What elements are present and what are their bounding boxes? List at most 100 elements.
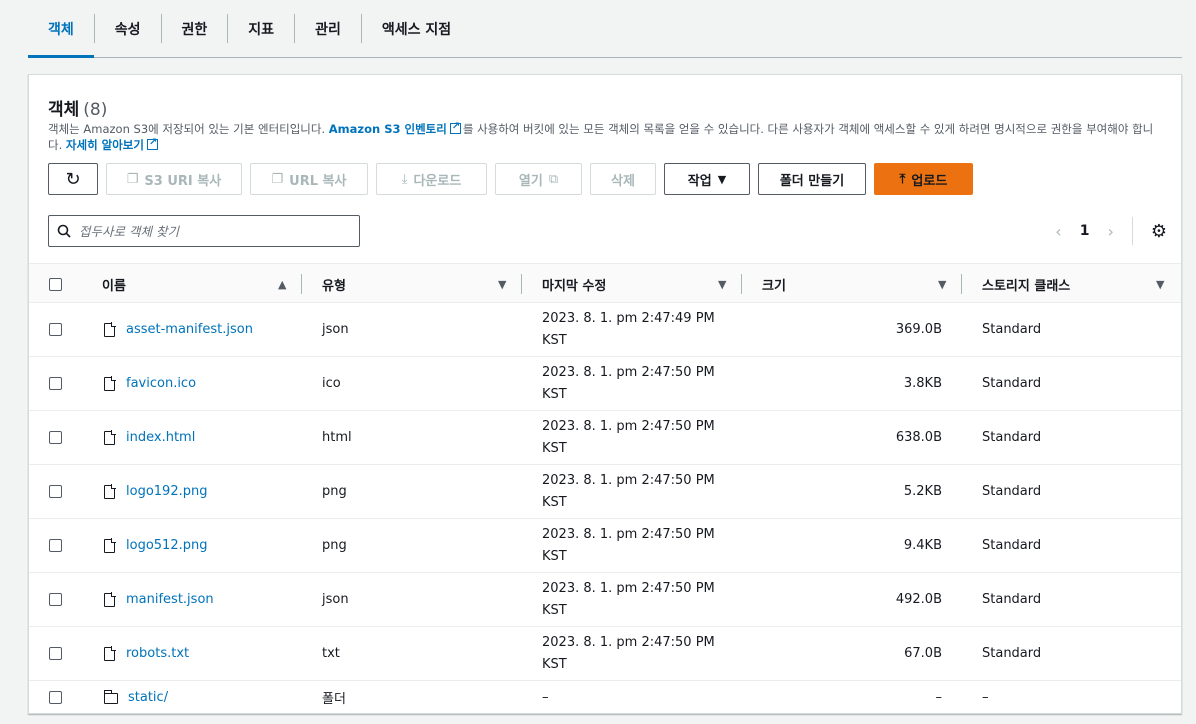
tab-properties[interactable]: 속성 (95, 0, 161, 57)
row-checkbox-cell (49, 303, 62, 356)
upload-button[interactable]: ⤒ 업로드 (874, 163, 973, 195)
size-cell: – (935, 689, 943, 705)
actions-dropdown[interactable]: 작업 ▼ (664, 163, 750, 195)
sort-ascending-icon: ▲ (278, 277, 287, 291)
sort-descending-icon: ▼ (498, 277, 507, 291)
copy-url-button[interactable]: ❐ URL 복사 (250, 163, 368, 195)
storage-class-cell: Standard (982, 592, 1042, 607)
object-name-link[interactable]: robots.txt (126, 646, 189, 661)
modified-timezone: KST (542, 440, 567, 456)
next-page-button[interactable]: › (1107, 222, 1113, 241)
name-cell: robots.txt (104, 627, 189, 680)
delete-button[interactable]: 삭제 (590, 163, 656, 195)
upload-icon: ⤒ (899, 171, 906, 187)
column-divider (521, 274, 522, 294)
row-checkbox-cell (49, 681, 62, 713)
file-icon (104, 376, 116, 391)
size-cell: 638.0B (895, 430, 942, 445)
settings-gear-icon[interactable]: ⚙ (1151, 221, 1167, 242)
external-link-icon (449, 119, 461, 135)
panel-title-text: 객체 (48, 100, 80, 120)
row-checkbox-cell (49, 357, 62, 410)
modified-cell: 2023. 8. 1. pm 2:47:50 PM KST (542, 357, 715, 410)
file-icon (104, 646, 116, 661)
type-cell: 폴더 (322, 691, 346, 707)
table-header: 이름 ▲ 유형 ▼ 마지막 수정 ▼ 크기 ▼ 스토리지 클래스 ▼ (29, 263, 1181, 304)
name-cell: asset-manifest.json (104, 303, 253, 356)
modified-datetime: 2023. 8. 1. pm 2:47:50 PM (542, 472, 715, 488)
row-checkbox[interactable] (49, 593, 62, 606)
type-cell: json (322, 592, 349, 607)
learn-more-link[interactable]: 자세히 알아보기 (66, 138, 144, 152)
inventory-link[interactable]: Amazon S3 인벤토리 (329, 122, 447, 136)
refresh-button[interactable]: ↻ (48, 163, 98, 195)
button-label: S3 URI 복사 (144, 173, 222, 189)
table-row-folder: static/ 폴더 – – – (29, 681, 1181, 713)
column-header-type[interactable]: 유형 ▼ (322, 264, 522, 304)
prev-page-button[interactable]: ‹ (1055, 222, 1061, 241)
tab-label: 관리 (315, 21, 341, 38)
row-checkbox[interactable] (49, 485, 62, 498)
tab-label: 지표 (248, 21, 275, 38)
object-name-link[interactable]: index.html (126, 430, 195, 445)
modified-timezone: KST (542, 332, 567, 348)
table-row: logo192.png png 2023. 8. 1. pm 2:47:50 P… (29, 465, 1181, 519)
modified-timezone: KST (542, 386, 567, 402)
modified-cell: 2023. 8. 1. pm 2:47:49 PM KST (542, 303, 715, 356)
type-cell: txt (322, 646, 340, 661)
open-button[interactable]: 열기 ⧉ (495, 163, 582, 195)
modified-cell: 2023. 8. 1. pm 2:47:50 PM KST (542, 519, 715, 572)
type-cell: png (322, 538, 347, 553)
size-cell: 369.0B (895, 322, 942, 337)
page-number[interactable]: 1 (1080, 223, 1090, 239)
tab-objects[interactable]: 객체 (28, 0, 94, 58)
modified-cell: 2023. 8. 1. pm 2:47:50 PM KST (542, 573, 715, 626)
column-header-storage-class[interactable]: 스토리지 클래스 ▼ (982, 264, 1181, 304)
row-checkbox-cell (49, 465, 62, 518)
row-checkbox[interactable] (49, 431, 62, 444)
modified-datetime: 2023. 8. 1. pm 2:47:50 PM (542, 364, 715, 380)
row-checkbox[interactable] (49, 323, 62, 336)
download-button[interactable]: ⤓ 다운로드 (376, 163, 487, 195)
tab-label: 권한 (181, 21, 208, 38)
column-header-name[interactable]: 이름 ▲ (102, 264, 302, 304)
row-checkbox-cell (49, 627, 62, 680)
row-checkbox[interactable] (49, 539, 62, 552)
button-label: 삭제 (611, 173, 635, 189)
table-row: logo512.png png 2023. 8. 1. pm 2:47:50 P… (29, 519, 1181, 573)
column-label: 크기 (762, 278, 786, 294)
storage-class-cell: Standard (982, 538, 1042, 553)
folder-name-link[interactable]: static/ (128, 690, 168, 705)
column-header-size[interactable]: 크기 ▼ (762, 264, 962, 304)
download-icon: ⤓ (401, 171, 408, 187)
row-checkbox[interactable] (49, 377, 62, 390)
file-icon (104, 484, 116, 499)
storage-class-cell: Standard (982, 322, 1042, 337)
modified-timezone: KST (542, 548, 567, 564)
folder-icon (103, 689, 118, 704)
object-name-link[interactable]: logo512.png (126, 538, 207, 553)
column-label: 이름 (102, 278, 126, 294)
objects-toolbar: ↻ ❐ S3 URI 복사 ❐ URL 복사 ⤓ 다운로드 열기 ⧉ 삭제 작업 ▼ 폴더… (48, 163, 973, 195)
tab-access-points[interactable]: 액세스 지점 (362, 0, 471, 57)
search-input[interactable] (79, 223, 339, 239)
tab-permissions[interactable]: 권한 (162, 0, 228, 57)
copy-s3-uri-button[interactable]: ❐ S3 URI 복사 (106, 163, 242, 195)
row-checkbox[interactable] (49, 647, 62, 660)
object-name-link[interactable]: asset-manifest.json (126, 322, 253, 337)
size-cell: 9.4KB (903, 538, 942, 553)
create-folder-button[interactable]: 폴더 만들기 (758, 163, 866, 195)
tab-metrics[interactable]: 지표 (228, 0, 294, 57)
table-row: robots.txt txt 2023. 8. 1. pm 2:47:50 PM… (29, 627, 1181, 681)
object-name-link[interactable]: logo192.png (126, 484, 207, 499)
column-header-modified[interactable]: 마지막 수정 ▼ (542, 264, 742, 304)
pager-divider (1131, 217, 1133, 245)
type-cell: ico (322, 376, 341, 391)
external-link-icon: ⧉ (548, 171, 559, 187)
row-checkbox[interactable] (49, 690, 62, 704)
select-all-checkbox[interactable] (49, 277, 62, 291)
object-name-link[interactable]: manifest.json (126, 592, 214, 607)
button-label: 열기 (518, 173, 543, 189)
object-name-link[interactable]: favicon.ico (126, 376, 196, 391)
tab-management[interactable]: 관리 (295, 0, 361, 57)
